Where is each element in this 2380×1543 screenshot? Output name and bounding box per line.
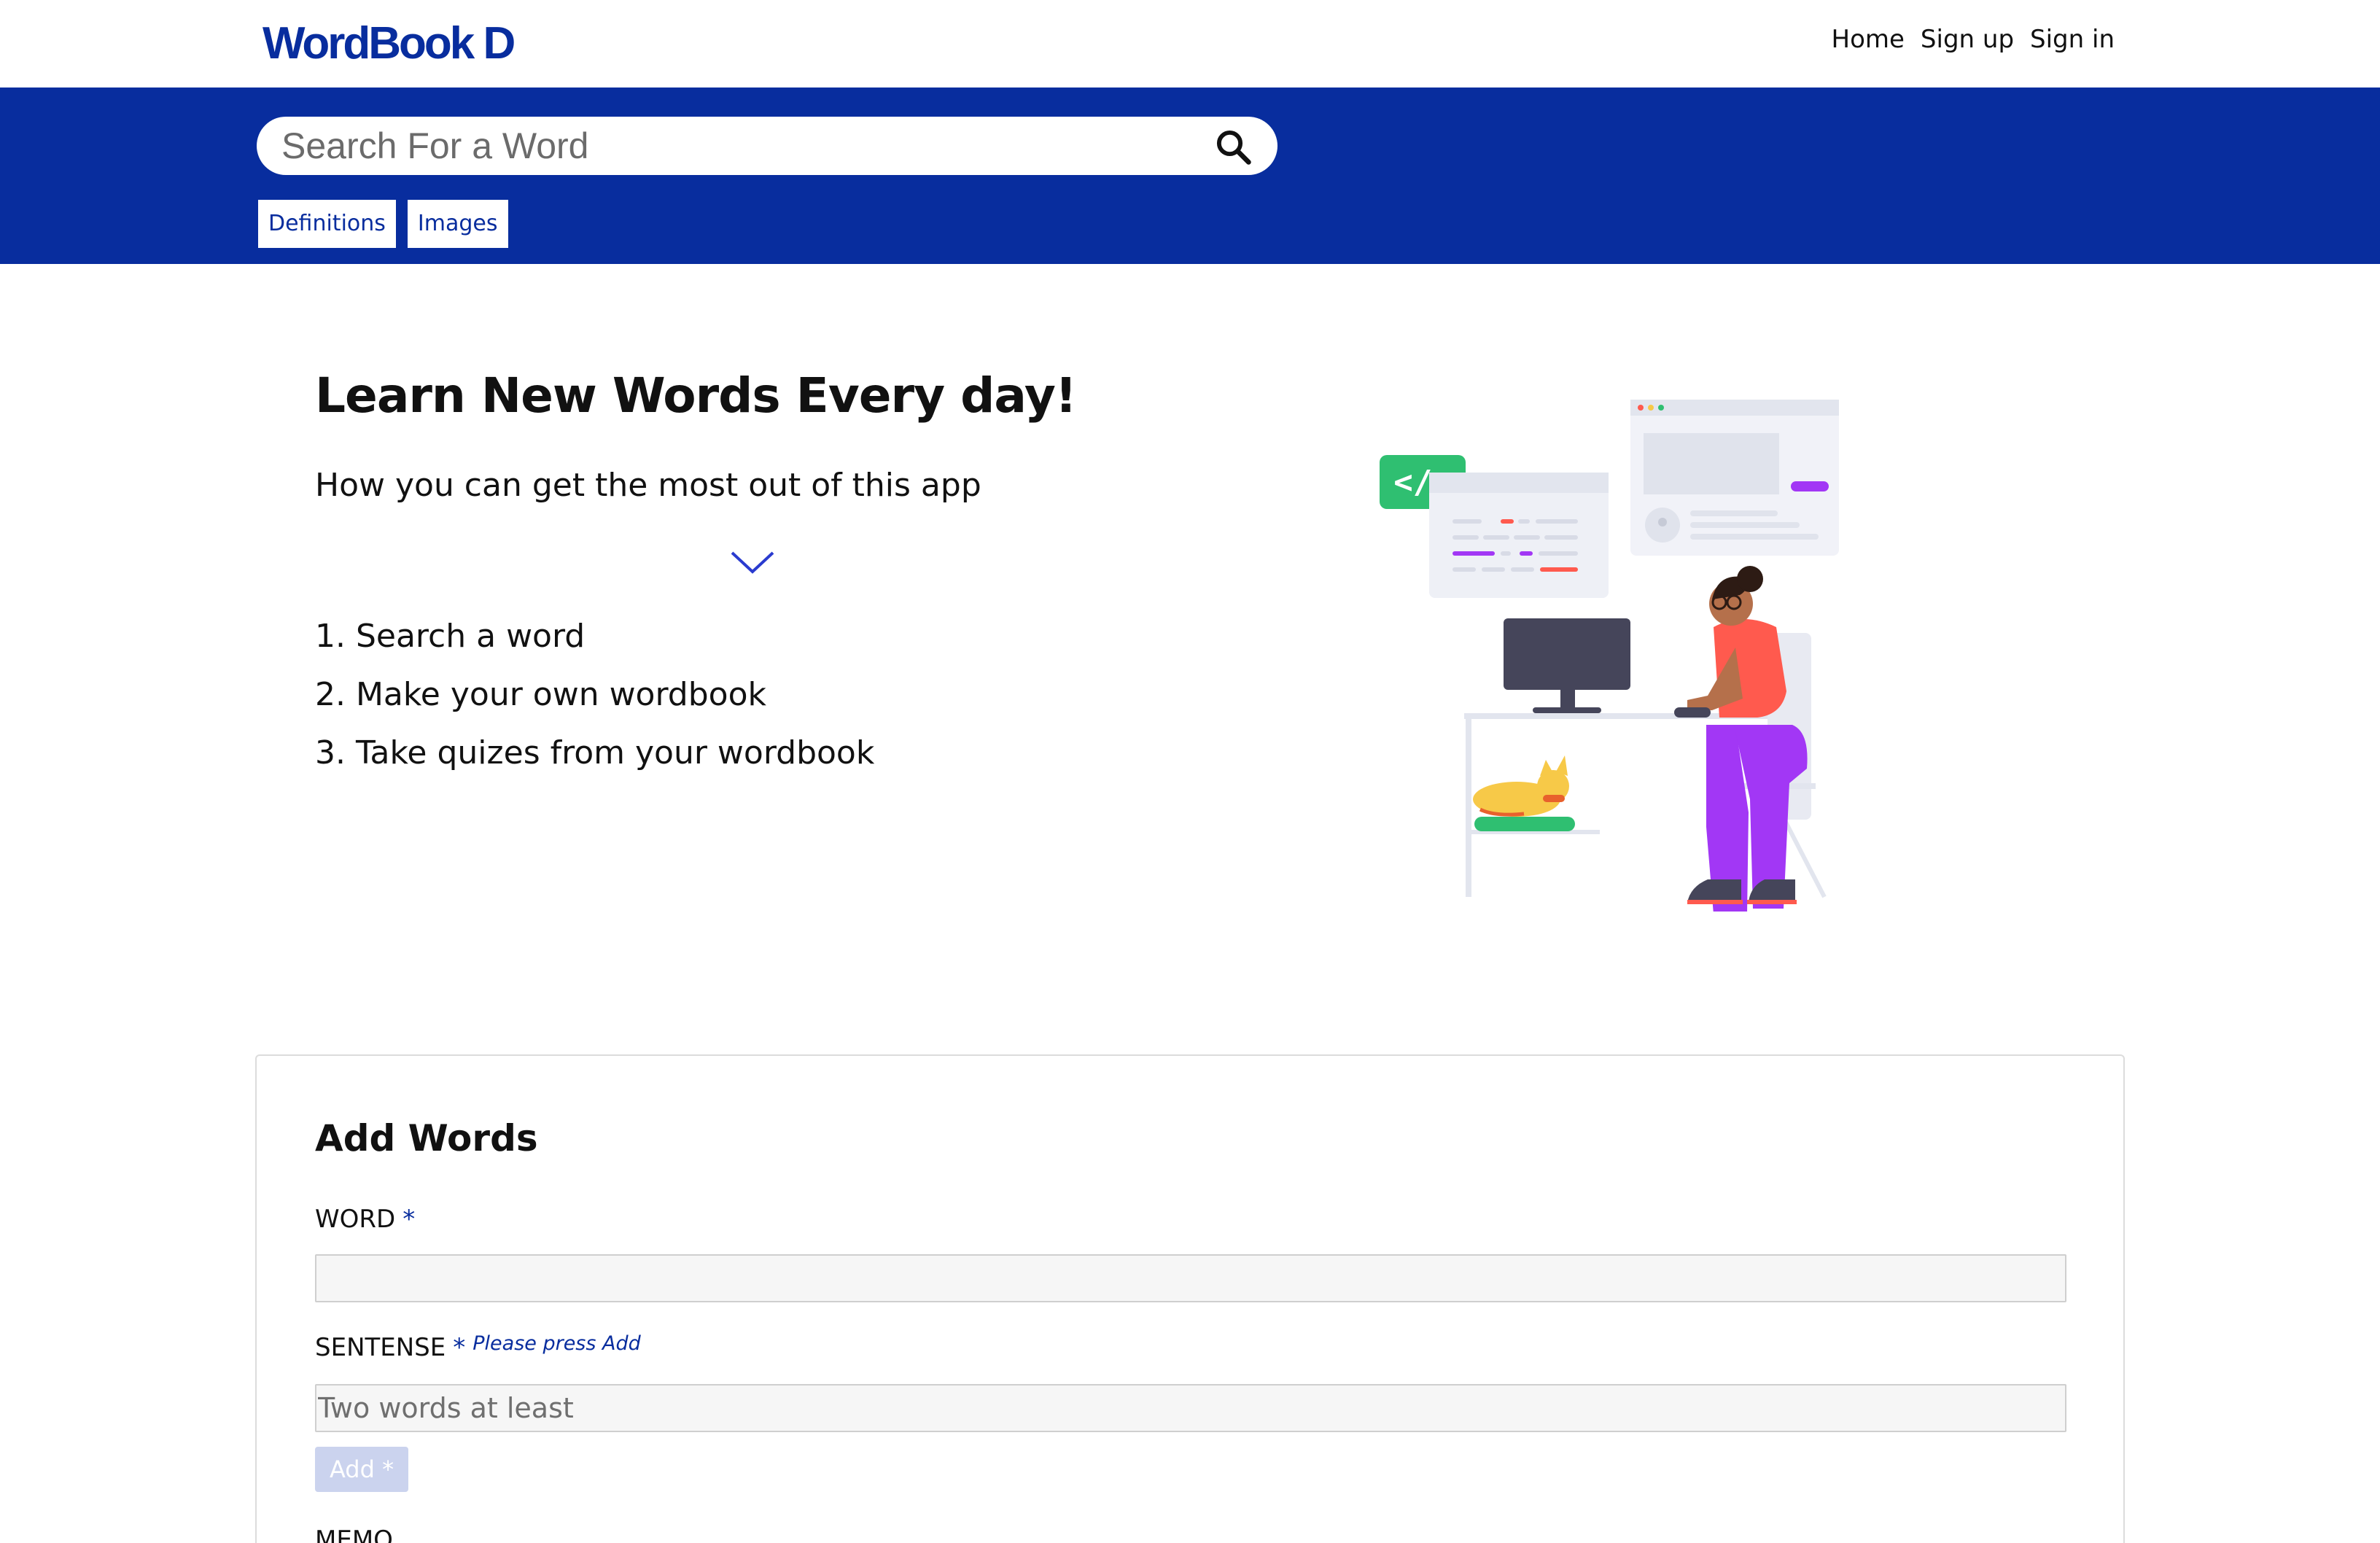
monitor-icon xyxy=(1504,618,1630,690)
hero-title: Learn New Words Every day! xyxy=(315,368,1077,424)
search-input[interactable] xyxy=(281,117,1156,175)
required-mark: * xyxy=(453,1333,466,1362)
chevron-down-icon[interactable] xyxy=(729,548,776,578)
nav-signin-link[interactable]: Sign in xyxy=(2030,25,2115,54)
hero-illustration: </> xyxy=(1380,400,1839,912)
nav-links: Home Sign up Sign in xyxy=(1832,25,2115,54)
search-bar xyxy=(257,117,1278,175)
sentence-input[interactable] xyxy=(315,1384,2066,1432)
search-icon[interactable] xyxy=(1213,127,1253,166)
tab-definitions[interactable]: Definitions xyxy=(258,200,396,248)
required-mark: * xyxy=(402,1205,416,1234)
sentence-label-text: SENTENSE xyxy=(315,1333,446,1362)
memo-label: MEMO xyxy=(315,1525,393,1543)
word-label-text: WORD xyxy=(315,1205,396,1234)
nav-signup-link[interactable]: Sign up xyxy=(1921,25,2014,54)
nav-home-link[interactable]: Home xyxy=(1832,25,1905,54)
hero-subtitle: How you can get the most out of this app xyxy=(315,467,981,504)
search-band: Definitions Images xyxy=(0,88,2380,264)
word-label: WORD * xyxy=(315,1205,415,1234)
step-item: 1. Search a word xyxy=(315,618,586,655)
add-words-card: Add Words WORD * SENTENSE * Please press Ad… xyxy=(255,1054,2125,1543)
add-words-title: Add Words xyxy=(315,1117,538,1159)
step-item: 2. Make your own wordbook xyxy=(315,676,766,713)
steps-list: 1. Search a word 2. Make your own wordbo… xyxy=(315,613,874,788)
search-mode-tabs: Definitions Images xyxy=(258,200,508,248)
word-input[interactable] xyxy=(315,1254,2066,1302)
add-button[interactable]: Add * xyxy=(315,1447,408,1492)
top-navbar: WordBook D Home Sign up Sign in xyxy=(0,0,2380,88)
sentence-hint: Please press Add xyxy=(472,1332,641,1355)
step-item: 3. Take quizes from your wordbook xyxy=(315,734,875,772)
tab-images[interactable]: Images xyxy=(407,200,508,248)
app-logo[interactable]: WordBook D xyxy=(262,18,516,69)
sentence-label: SENTENSE * Please press Add xyxy=(315,1332,641,1362)
